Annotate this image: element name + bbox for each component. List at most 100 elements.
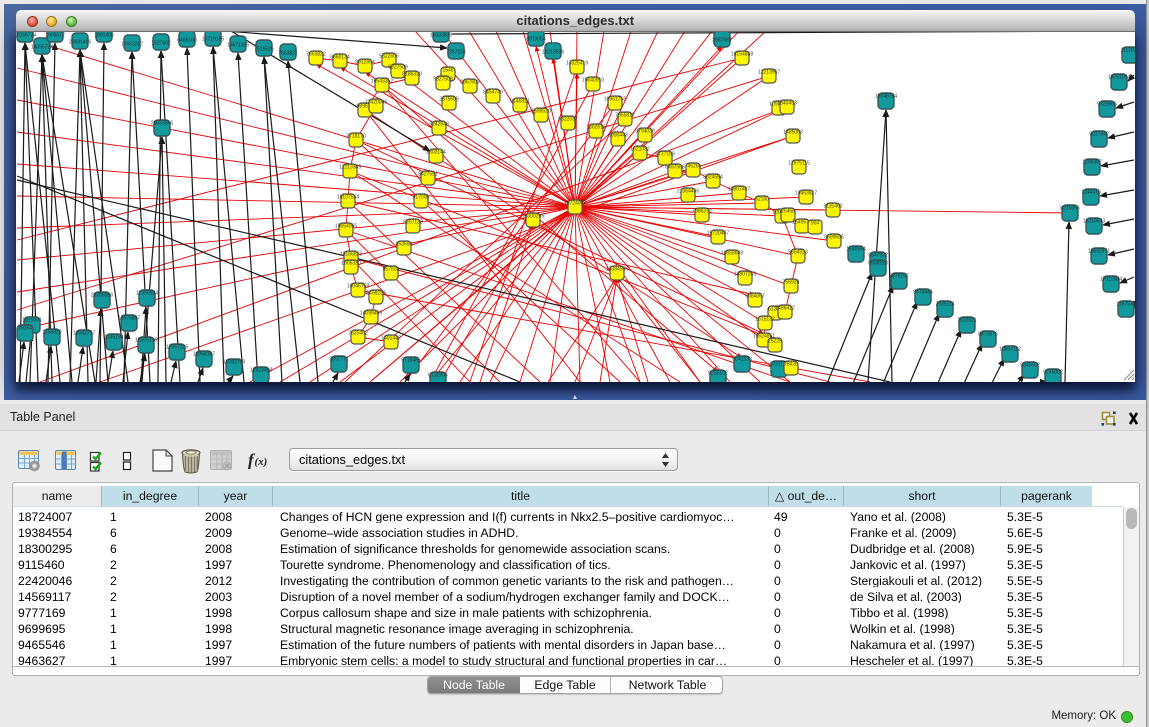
svg-text:9794028: 9794028 — [635, 129, 655, 135]
svg-text:8938923: 8938923 — [868, 261, 888, 267]
svg-text:9347902: 9347902 — [868, 253, 888, 259]
svg-text:12505135: 12505135 — [135, 338, 157, 344]
svg-text:62160: 62160 — [755, 197, 769, 203]
svg-text:20206556: 20206556 — [91, 293, 113, 299]
svg-text:8186328: 8186328 — [402, 72, 422, 78]
svg-text:17957225: 17957225 — [166, 345, 188, 351]
svg-text:1621032: 1621032 — [630, 147, 650, 153]
svg-text:18300295: 18300295 — [522, 214, 544, 220]
svg-text:9654923: 9654923 — [788, 250, 808, 256]
svg-text:10653287: 10653287 — [121, 42, 143, 48]
svg-text:8215955: 8215955 — [1060, 206, 1080, 212]
svg-text:12213369: 12213369 — [339, 165, 361, 171]
svg-text:16671355: 16671355 — [227, 43, 249, 49]
svg-text:10961758: 10961758 — [604, 97, 626, 103]
svg-text:9041233: 9041233 — [732, 357, 752, 363]
svg-text:6879197: 6879197 — [889, 274, 909, 280]
svg-text:9245652: 9245652 — [1020, 363, 1040, 369]
svg-text:2935114: 2935114 — [935, 302, 954, 308]
svg-text:1244415: 1244415 — [1081, 190, 1101, 196]
svg-text:15692971: 15692971 — [1088, 249, 1110, 255]
svg-text:18724007: 18724007 — [564, 201, 586, 207]
svg-text:8813054: 8813054 — [526, 37, 546, 43]
svg-text:1005330: 1005330 — [341, 261, 361, 267]
svg-text:13975867: 13975867 — [118, 316, 140, 322]
svg-text:3875685: 3875685 — [439, 97, 459, 103]
svg-text:1112021: 1112021 — [1121, 48, 1135, 54]
svg-text:10046758: 10046758 — [347, 284, 369, 290]
svg-text:917006: 917006 — [413, 195, 430, 201]
svg-text:16154838: 16154838 — [731, 52, 753, 58]
svg-text:1546: 1546 — [442, 68, 453, 74]
svg-text:8660124: 8660124 — [330, 55, 350, 61]
svg-text:1615132: 1615132 — [755, 317, 775, 323]
svg-text:1815001: 1815001 — [22, 318, 42, 324]
svg-text:10958167: 10958167 — [193, 352, 215, 358]
svg-text:78426: 78426 — [784, 362, 798, 368]
svg-text:9857771: 9857771 — [329, 357, 349, 363]
svg-text:1167533: 1167533 — [1116, 302, 1135, 308]
svg-text:18807249: 18807249 — [734, 272, 756, 278]
svg-text:2803144: 2803144 — [426, 150, 446, 156]
svg-text:6466160: 6466160 — [177, 38, 197, 44]
svg-text:13325419: 13325419 — [566, 61, 588, 67]
svg-text:857833: 857833 — [383, 267, 400, 273]
svg-text:22420046: 22420046 — [365, 100, 387, 106]
svg-text:9242848: 9242848 — [429, 122, 449, 128]
svg-text:19654065: 19654065 — [335, 224, 357, 230]
svg-text:1486412: 1486412 — [775, 306, 795, 312]
svg-text:1209387: 1209387 — [1082, 160, 1102, 166]
svg-text:9245082: 9245082 — [1043, 370, 1063, 376]
svg-text:7357224: 7357224 — [446, 50, 466, 56]
svg-text:8322037: 8322037 — [558, 117, 578, 123]
svg-text:14055724: 14055724 — [31, 45, 53, 51]
svg-text:2718170: 2718170 — [346, 134, 366, 140]
svg-text:1891406: 1891406 — [94, 33, 114, 39]
svg-text:8454749: 8454749 — [483, 90, 503, 96]
svg-text:1340493: 1340493 — [777, 101, 797, 107]
svg-text:(x): (x) — [255, 456, 268, 468]
svg-text:16107554: 16107554 — [337, 195, 359, 201]
svg-text:9777169: 9777169 — [655, 152, 675, 158]
svg-text:7632621: 7632621 — [957, 318, 977, 324]
svg-text:1905572: 1905572 — [45, 33, 65, 39]
svg-text:1588520: 1588520 — [531, 109, 551, 115]
svg-text:1491442: 1491442 — [381, 336, 401, 342]
svg-text:8471676: 8471676 — [978, 332, 998, 338]
svg-text:10719185: 10719185 — [202, 37, 224, 43]
svg-text:12213967: 12213967 — [758, 70, 780, 76]
svg-text:10654112: 10654112 — [999, 347, 1021, 353]
svg-text:5498222: 5498222 — [366, 291, 386, 297]
svg-text:12975115: 12975115 — [788, 161, 810, 167]
svg-text:9329966: 9329966 — [1097, 102, 1117, 108]
svg-text:1145194: 1145194 — [104, 335, 123, 341]
svg-text:21364436: 21364436 — [677, 189, 699, 195]
svg-text:7986372: 7986372 — [692, 209, 712, 215]
svg-text:1485063: 1485063 — [783, 130, 803, 136]
svg-text:9327509: 9327509 — [388, 65, 408, 71]
svg-text:7515526: 7515526 — [254, 47, 274, 53]
svg-text:15384556: 15384556 — [606, 267, 628, 273]
svg-text:8132904: 8132904 — [428, 373, 448, 379]
svg-text:2967608: 2967608 — [460, 80, 480, 86]
svg-text:16210643: 16210643 — [1083, 219, 1105, 225]
svg-text:746266: 746266 — [685, 164, 702, 170]
svg-text:10807487: 10807487 — [728, 187, 750, 193]
svg-text:15751074: 15751074 — [1108, 75, 1130, 81]
svg-text:17016504: 17016504 — [1100, 277, 1122, 283]
svg-text:19166825: 19166825 — [340, 252, 362, 258]
svg-text:8912954: 8912954 — [355, 60, 375, 66]
svg-text:904: 904 — [811, 221, 820, 227]
svg-text:9227342: 9227342 — [1089, 132, 1109, 138]
svg-text:1527602: 1527602 — [151, 41, 171, 47]
svg-text:39154: 39154 — [18, 326, 32, 332]
svg-text:25225: 25225 — [768, 339, 782, 345]
svg-text:9699695: 9699695 — [824, 235, 844, 241]
svg-text:1156829: 1156829 — [42, 330, 61, 336]
svg-text:17359924: 17359924 — [136, 291, 158, 297]
svg-text:8267130: 8267130 — [403, 220, 423, 226]
svg-text:14099489: 14099489 — [360, 311, 382, 317]
svg-text:653594: 653594 — [396, 242, 413, 248]
svg-text:8427552: 8427552 — [418, 172, 438, 178]
svg-text:9115460: 9115460 — [823, 204, 842, 210]
